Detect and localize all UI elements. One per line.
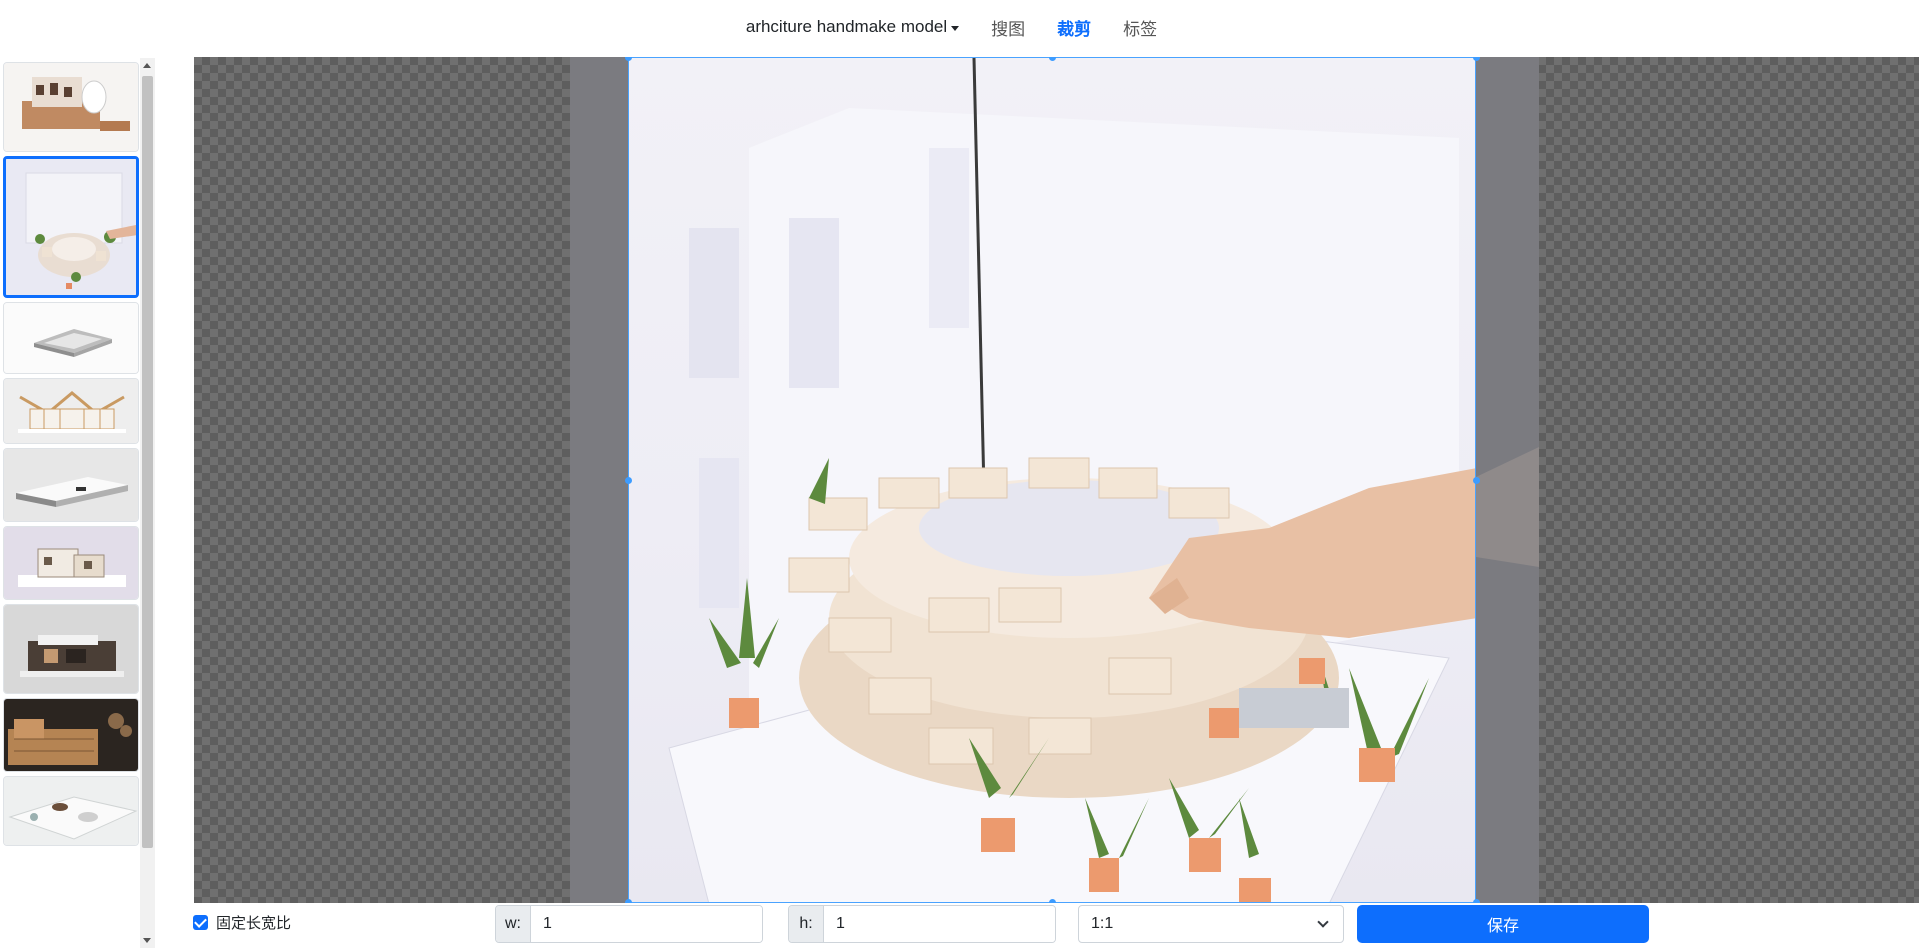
fixed-ratio-label: 固定长宽比: [216, 914, 292, 932]
crop-selection[interactable]: [628, 57, 1476, 903]
thumbnail-item[interactable]: [3, 604, 139, 694]
thumbnail-item[interactable]: [3, 62, 139, 152]
crop-handle-left[interactable]: [625, 477, 632, 484]
height-input[interactable]: [824, 906, 1055, 942]
image-overflow-hand: [1476, 447, 1539, 567]
thumbnail-image: [4, 605, 138, 693]
tab-tags[interactable]: 标签: [1107, 15, 1173, 40]
thumbnail-image: [4, 777, 138, 845]
thumbnail-image: [4, 527, 138, 599]
thumbnail-item[interactable]: [3, 448, 139, 522]
height-input-group: h:: [788, 905, 1056, 943]
thumbnail-item[interactable]: [3, 776, 139, 846]
thumbnail-image: [4, 449, 138, 521]
thumbnail-image: [4, 379, 138, 443]
thumbnail-image: [6, 159, 136, 295]
crop-canvas[interactable]: [194, 57, 1919, 903]
thumbnail-list: [3, 62, 139, 850]
dataset-dropdown-label: arhciture handmake model: [745, 17, 948, 36]
thumbnail-item[interactable]: [3, 302, 139, 374]
thumbnail-item[interactable]: [3, 378, 139, 444]
tab-search-images[interactable]: 搜图: [975, 15, 1041, 40]
thumbnail-item[interactable]: [3, 698, 139, 772]
width-label: w:: [496, 906, 531, 942]
crop-handle-bottom-left[interactable]: [625, 899, 632, 903]
thumbnail-scrollbar[interactable]: [140, 58, 155, 948]
scroll-up-icon[interactable]: [143, 63, 151, 68]
crop-controls: 固定长宽比 w: h: 1:1 保存: [0, 905, 1919, 948]
crop-preview-image: [668, 58, 1475, 902]
width-input-group: w:: [495, 905, 763, 943]
tab-crop[interactable]: 裁剪: [1041, 15, 1107, 40]
caret-down-icon: [951, 25, 960, 31]
dataset-dropdown[interactable]: arhciture handmake model: [745, 17, 960, 37]
crop-handle-bottom-right[interactable]: [1473, 899, 1480, 903]
crop-handle-right[interactable]: [1473, 477, 1480, 484]
top-nav: arhciture handmake model 搜图 裁剪 标签: [0, 0, 1919, 54]
width-input[interactable]: [531, 906, 762, 942]
aspect-ratio-value: 1:1: [1091, 915, 1114, 932]
height-label: h:: [789, 906, 824, 942]
chevron-down-icon: [1317, 916, 1329, 928]
thumbnail-item[interactable]: [3, 526, 139, 600]
thumbnail-image: [4, 63, 138, 151]
thumbnail-image: [4, 699, 138, 771]
crop-handle-bottom[interactable]: [1049, 899, 1056, 903]
thumbnail-image: [4, 303, 138, 373]
aspect-ratio-select[interactable]: 1:1: [1078, 905, 1344, 943]
fixed-ratio-checkbox[interactable]: 固定长宽比: [193, 905, 291, 939]
thumbnail-item-selected[interactable]: [3, 156, 139, 298]
checkbox-checked-icon[interactable]: [193, 914, 208, 930]
scrollbar-thumb[interactable]: [142, 76, 153, 848]
thumbnail-sidebar: [0, 58, 157, 948]
save-button[interactable]: 保存: [1357, 905, 1649, 943]
